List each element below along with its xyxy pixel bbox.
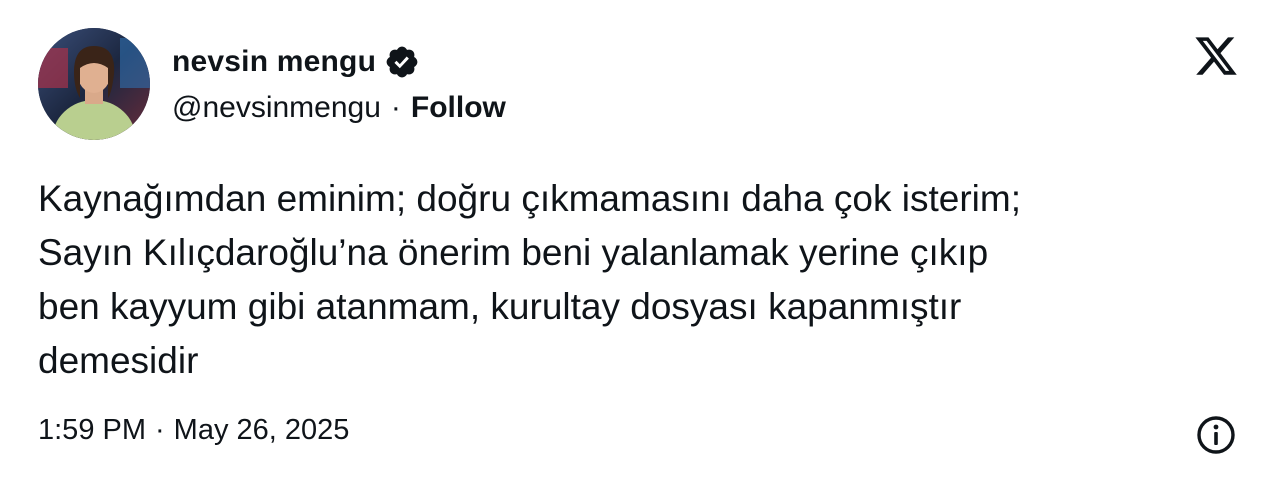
avatar-image [38, 28, 150, 140]
follow-button[interactable]: Follow [411, 91, 506, 125]
tweet-timestamp[interactable]: 1:59 PM · May 26, 2025 [38, 414, 349, 447]
handle-separator: · [390, 91, 401, 124]
tweet-text: Kaynağımdan eminim; doğru çıkmamasını da… [38, 178, 1021, 381]
author-display-name[interactable]: nevsin mengu [172, 45, 376, 79]
avatar[interactable] [38, 28, 150, 140]
tweet-time: 1:59 PM [38, 414, 146, 446]
author-handle[interactable]: @nevsinmengu [172, 91, 381, 125]
timestamp-separator: · [155, 414, 165, 446]
verified-badge-icon [384, 44, 420, 80]
info-icon[interactable] [1194, 413, 1238, 457]
x-logo-icon[interactable] [1192, 33, 1240, 79]
tweet-date: May 26, 2025 [173, 414, 350, 446]
author-handle-row: @nevsinmengu · Follow [172, 86, 506, 130]
tweet-card: nevsin mengu @nevsinmengu · Follow Kayna… [0, 0, 1280, 497]
author-name-row: nevsin mengu [172, 40, 420, 84]
